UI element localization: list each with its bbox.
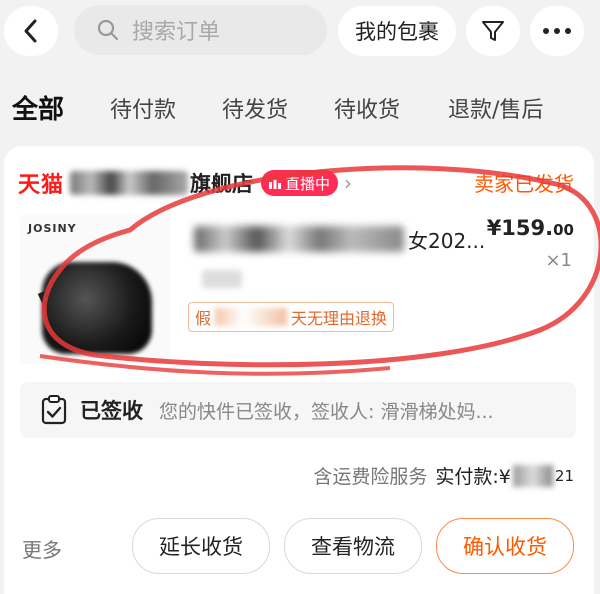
more-button[interactable]	[530, 6, 584, 56]
sku-redacted	[202, 270, 242, 288]
paid-amount-label: 实付款:¥	[435, 466, 511, 488]
shop-name: 旗舰店	[190, 172, 254, 196]
back-button[interactable]	[4, 6, 58, 56]
policy-redacted	[215, 308, 288, 326]
extend-receipt-button[interactable]: 延长收货	[132, 518, 270, 574]
chevron-right-icon: ›	[344, 171, 353, 195]
shop-name-redacted	[70, 171, 189, 195]
paid-amount-tail: 21	[554, 466, 574, 485]
live-bars-icon	[269, 179, 282, 189]
paid-amount-redacted	[512, 464, 553, 487]
product-image[interactable]: JOSINY	[20, 214, 170, 364]
more-actions-link[interactable]: 更多	[22, 534, 62, 563]
product-price: ¥159.00	[487, 216, 574, 240]
tab-pending-receipt[interactable]: 待收货	[334, 92, 400, 124]
tmall-logo: 天猫	[18, 173, 65, 198]
my-packages-button[interactable]: 我的包裹	[338, 6, 456, 56]
more-dots-icon	[543, 28, 571, 34]
order-tabs: 全部 待付款 待发货 待收货 退款/售后	[0, 84, 600, 134]
payment-row: 含运费险服务 实付款:¥ 21	[313, 462, 574, 489]
return-policy-badge: 假 天无理由退换	[188, 302, 395, 332]
policy-prefix: 假	[195, 309, 212, 328]
search-input[interactable]: 搜索订单	[74, 5, 327, 55]
confirm-receipt-button[interactable]: 确认收货	[436, 518, 574, 574]
clipboard-check-icon	[41, 395, 67, 425]
top-bar: 搜索订单 我的包裹	[0, 0, 600, 64]
search-icon	[97, 19, 119, 41]
policy-suffix: 天无理由退换	[291, 309, 388, 328]
tab-all[interactable]: 全部	[12, 89, 64, 126]
bag-image	[42, 262, 152, 354]
chevron-left-icon	[24, 19, 37, 43]
logistics-detail: 您的快件已签收，签收人: 滑滑梯处妈...	[159, 400, 494, 423]
filter-button[interactable]	[466, 6, 520, 56]
logistics-summary[interactable]: 已签收 您的快件已签收，签收人: 滑滑梯处妈...	[20, 382, 576, 438]
product-title[interactable]: 女202...	[194, 224, 494, 254]
tab-refund-after-sales[interactable]: 退款/售后	[448, 92, 543, 124]
search-placeholder: 搜索订单	[132, 20, 221, 45]
product-quantity: ×1	[545, 250, 572, 271]
view-logistics-button[interactable]: 查看物流	[284, 518, 422, 574]
live-badge-label: 直播中	[285, 174, 331, 193]
shop-header[interactable]: 天猫 旗舰店 直播中 ›	[18, 166, 352, 200]
logistics-status: 已签收	[80, 399, 143, 423]
order-status: 卖家已发货	[474, 172, 574, 196]
price-main: ¥159.	[486, 216, 554, 240]
price-cents: 00	[553, 221, 574, 239]
filter-icon	[482, 21, 504, 41]
shipping-insurance-label: 含运费险服务	[313, 466, 428, 488]
tab-pending-shipment[interactable]: 待发货	[222, 92, 288, 124]
order-card[interactable]: 天猫 旗舰店 直播中 › 卖家已发货 JOSINY 女202... ¥159.0…	[4, 146, 594, 594]
live-badge[interactable]: 直播中	[261, 170, 339, 196]
product-title-redacted	[194, 226, 404, 252]
product-brand: JOSINY	[28, 222, 77, 235]
product-title-tail: 女202...	[408, 228, 486, 253]
tab-pending-payment[interactable]: 待付款	[110, 92, 176, 124]
